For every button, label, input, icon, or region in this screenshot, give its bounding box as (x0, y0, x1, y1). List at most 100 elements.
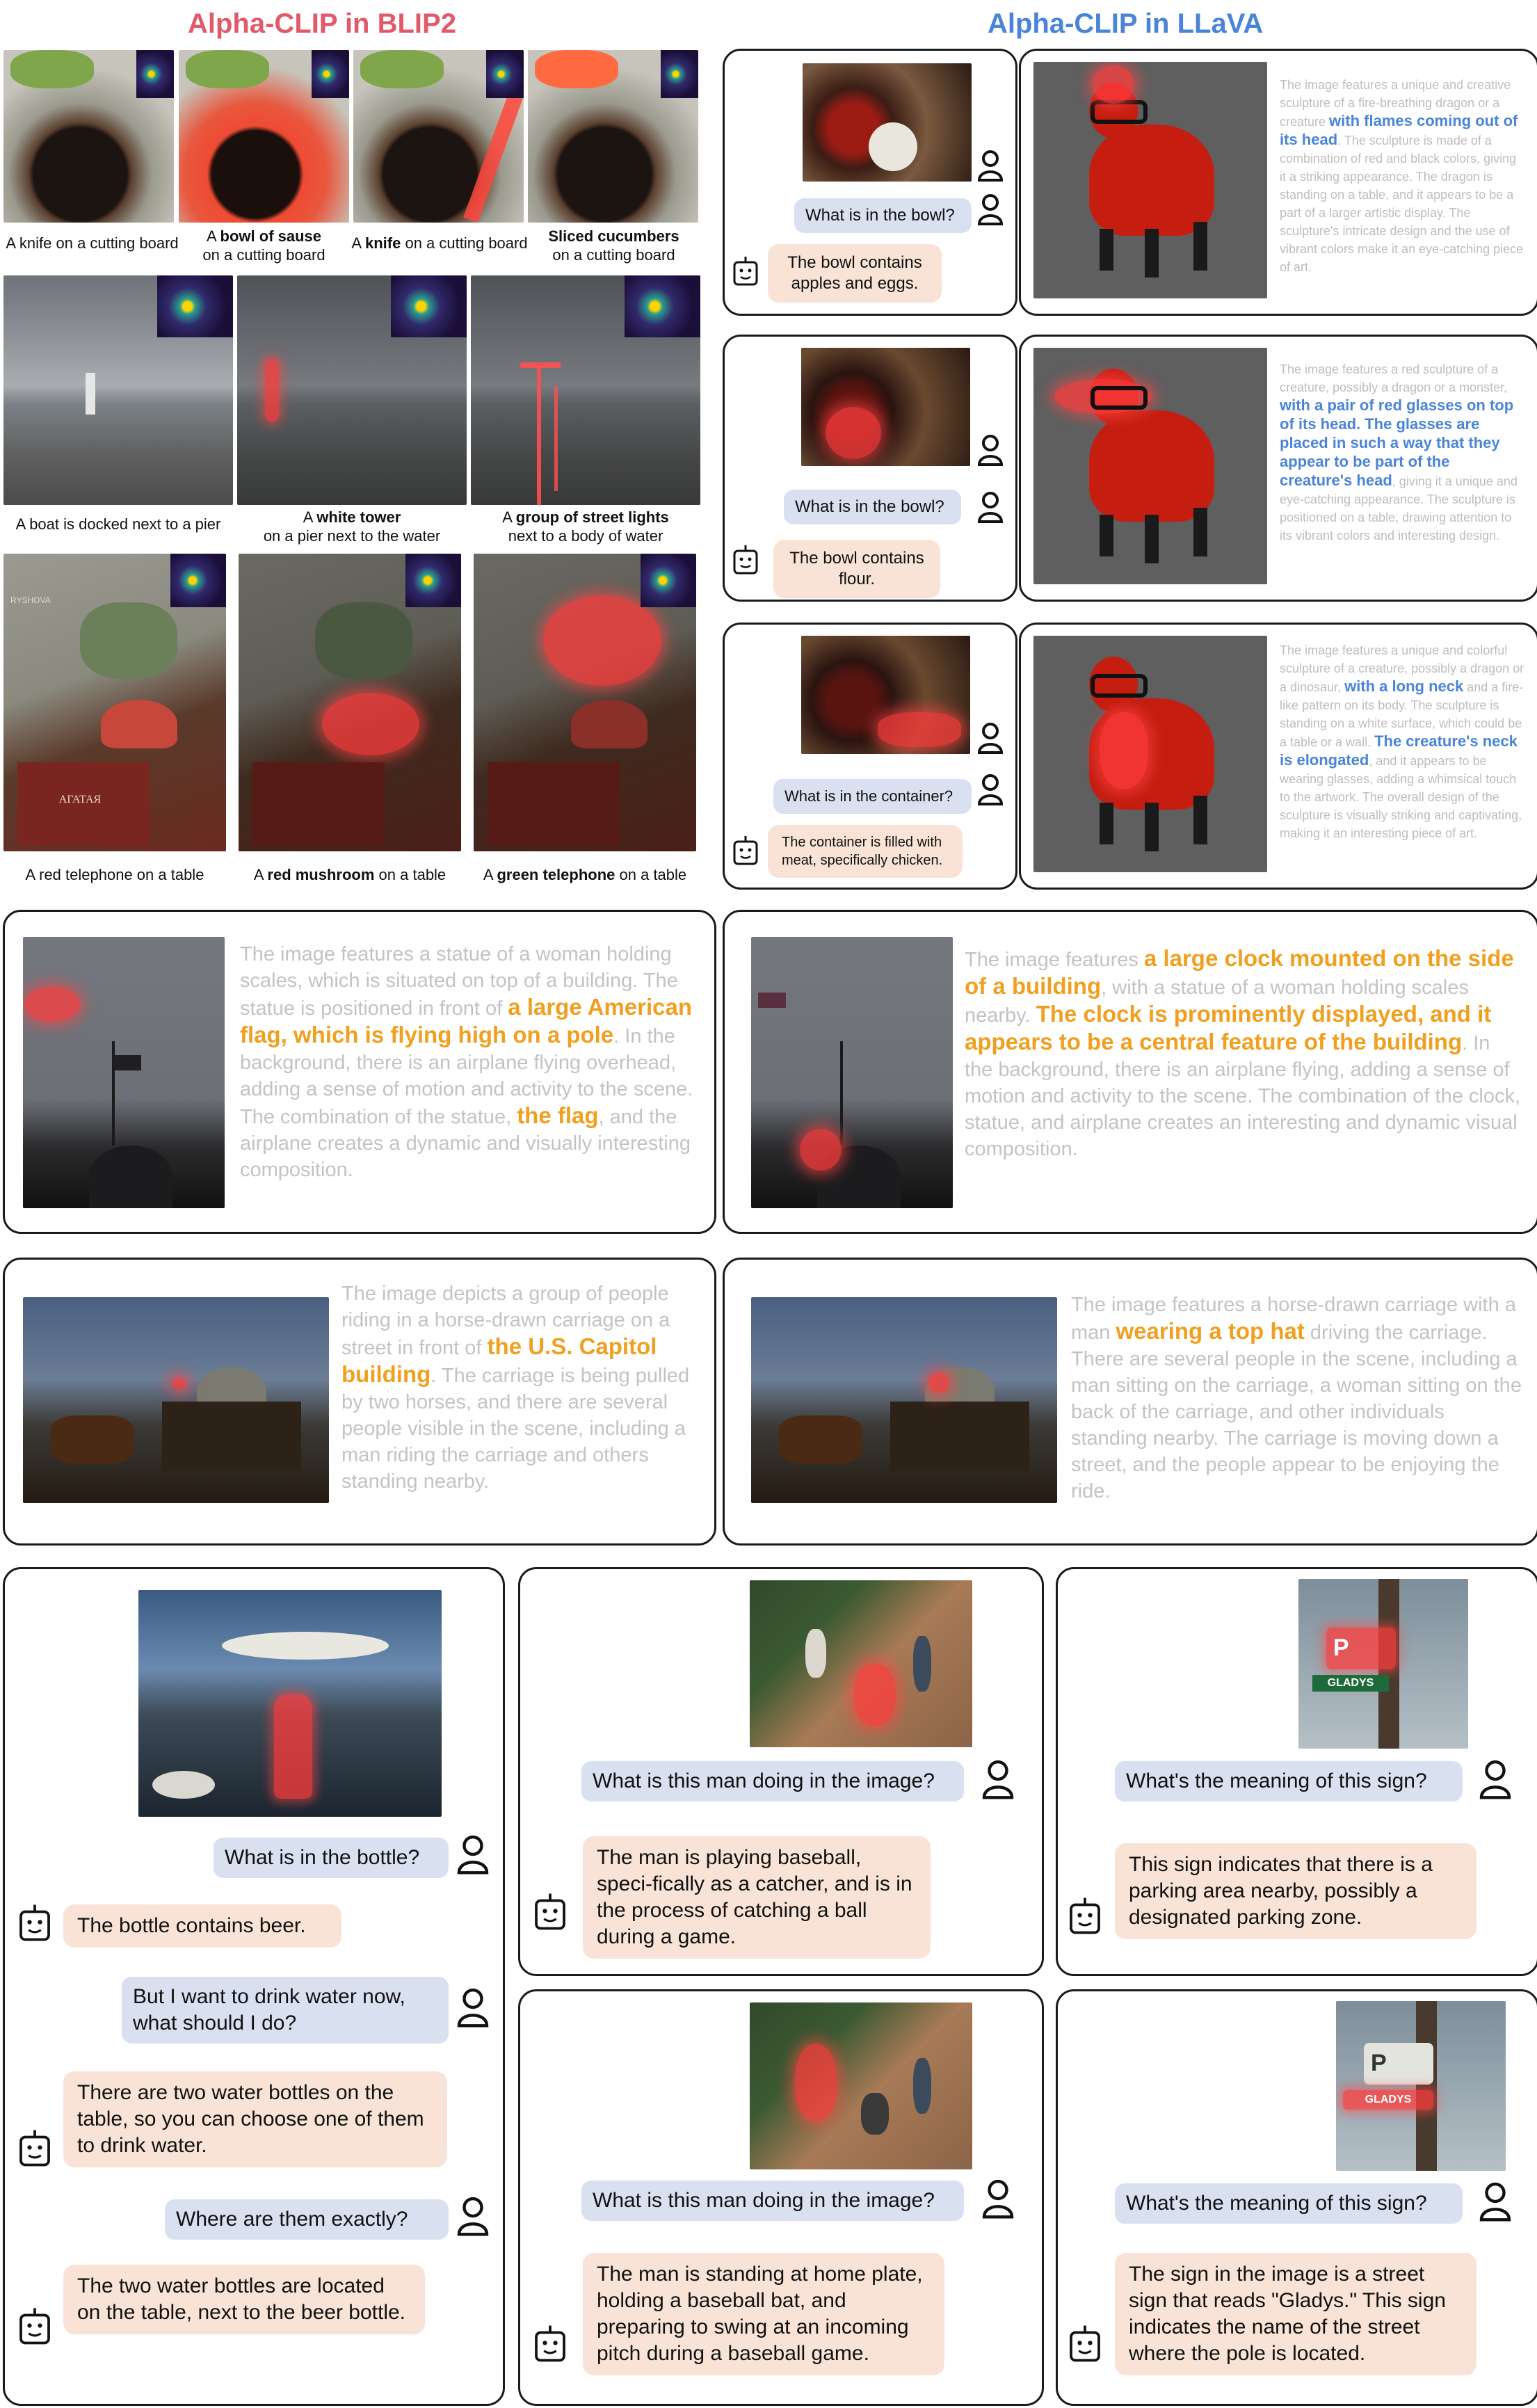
user-icon (976, 491, 1004, 523)
answer-bubble: The man is standing at home plate, holdi… (583, 2253, 944, 2375)
user-icon (456, 1833, 490, 1875)
llava-dragon-panel-3: The image features a unique and colorful… (1019, 623, 1537, 890)
carriage-image (751, 1297, 1057, 1503)
carriage-hat-description: The image features a horse-drawn carriag… (1071, 1294, 1522, 1502)
question-bubble: What is in the bottle? (214, 1838, 449, 1878)
attention-map (170, 554, 226, 608)
dragon-image (1033, 636, 1267, 872)
sign-panel-1: P GLADYS What's the meaning of this sign… (1056, 1567, 1537, 1976)
question-bubble: What is in the bowl? (794, 198, 972, 233)
caption-1-3: A knife on a cutting board (351, 234, 528, 252)
attention-map (486, 50, 524, 99)
caption-3-3: A green telephone on a table (483, 866, 687, 883)
attention-map (405, 554, 461, 608)
caption-2-1: A boat is docked next to a pier (15, 515, 221, 533)
carriage-hat-panel: The image features a horse-drawn carriag… (723, 1258, 1537, 1546)
dragon-description: The image features a red sculpture of a … (1280, 362, 1518, 543)
attention-map (312, 50, 349, 99)
food-image (801, 636, 970, 754)
llava-bowl-panel-1: What is in the bowl? The bowl contains a… (723, 49, 1017, 316)
question-bubble: What's the meaning of this sign? (1115, 1761, 1463, 1801)
table-image (138, 1590, 442, 1817)
user-icon (456, 2195, 490, 2237)
robot-icon (1068, 2324, 1102, 2366)
answer-bubble: The bottle contains beer. (63, 1904, 341, 1948)
question-bubble: What is in the bowl? (784, 490, 961, 524)
robot-icon (732, 255, 759, 289)
caption-1-2: A bowl of sause on a cutting board (202, 227, 325, 264)
user-icon (976, 193, 1004, 225)
robot-icon (732, 835, 759, 868)
tea-image-bowl-mask (179, 50, 349, 223)
answer-bubble: The bowl contains apples and eggs. (768, 244, 942, 303)
sign-image: P GLADYS (1336, 2001, 1506, 2171)
caption-3-1: A red telephone on a table (25, 866, 204, 883)
phone-image-mushroom-mask (239, 554, 461, 851)
carriage-capitol-panel: The image depicts a group of people ridi… (3, 1258, 716, 1546)
question-bubble: Where are them exactly? (165, 2199, 449, 2240)
phone-image-original: АГАТАЯ RYSHOVA (3, 554, 226, 851)
attention-map (136, 50, 174, 99)
pier-image-lights-mask (471, 275, 700, 505)
tea-image-cucumber-mask (528, 50, 698, 223)
statue-flag-description: The image features a statue of a woman h… (240, 943, 693, 1181)
statue-image (751, 937, 953, 1208)
robot-icon (732, 544, 759, 577)
question-bubble: What is this man doing in the image? (581, 1761, 964, 1801)
user-icon (981, 1758, 1015, 1800)
baseball-panel-2: What is this man doing in the image? The… (518, 1989, 1044, 2406)
dragon-description: The image features a unique and colorful… (1280, 643, 1524, 840)
llava-bowl-panel-2: What is in the bowl? The bowl contains f… (723, 335, 1017, 602)
attention-map (157, 275, 233, 338)
user-icon (976, 434, 1004, 466)
statue-flag-panel: The image features a statue of a woman h… (3, 910, 716, 1234)
caption-2-2: A white tower on a pier next to the water (263, 508, 441, 545)
statue-clock-panel: The image features a large clock mounted… (723, 910, 1537, 1234)
carriage-image (23, 1297, 329, 1503)
dragon-image (1033, 348, 1267, 584)
user-icon (1478, 2181, 1513, 2222)
user-icon (976, 150, 1004, 182)
statue-clock-description: The image features a large clock mounted… (965, 945, 1521, 1160)
robot-icon (17, 1903, 52, 1945)
caption-1-4: Sliced cucumbers on a cutting board (548, 227, 679, 264)
question-bubble: What is this man doing in the image? (581, 2181, 964, 2221)
answer-bubble: The man is playing baseball, speci-fical… (583, 1836, 931, 1959)
robot-icon (17, 2306, 52, 2348)
answer-bubble: The sign in the image is a street sign t… (1115, 2253, 1476, 2375)
llava-bowl-panel-3: What is in the container? The container … (723, 623, 1017, 890)
attention-map (661, 50, 698, 99)
sign-panel-2: P GLADYS What's the meaning of this sign… (1056, 1989, 1537, 2406)
user-icon (456, 1986, 490, 2028)
user-icon (981, 2178, 1015, 2220)
pier-image-tower-mask (237, 275, 467, 505)
baseball-panel-1: What is this man doing in the image? The… (518, 1567, 1044, 1976)
user-icon (1478, 1758, 1513, 1800)
sign-image: P GLADYS (1298, 1579, 1468, 1749)
tea-image-knife-mask (353, 50, 524, 223)
answer-bubble: The bowl contains flour. (773, 540, 940, 598)
blip2-header: Alpha-CLIP in BLIP2 (188, 8, 456, 39)
robot-icon (533, 1892, 568, 1934)
pier-image-original (3, 275, 233, 505)
attention-map (641, 554, 696, 608)
answer-bubble: The two water bottles are located on the… (63, 2265, 425, 2334)
question-bubble: What is in the container? (773, 779, 972, 814)
bottle-chat-panel: What is in the bottle? The bottle contai… (3, 1567, 505, 2406)
tea-image-original (3, 50, 174, 223)
question-bubble: But I want to drink water now, what shou… (122, 1977, 449, 2044)
user-icon (976, 773, 1004, 805)
phone-image-telephone-mask (474, 554, 696, 851)
dragon-image (1033, 62, 1267, 298)
food-image (803, 63, 972, 182)
caption-3-2: A red mushroom on a table (253, 866, 446, 883)
answer-bubble: This sign indicates that there is a park… (1115, 1843, 1476, 1939)
llava-dragon-panel-1: The image features a unique and creative… (1019, 49, 1537, 316)
attention-map (625, 275, 700, 338)
user-icon (976, 722, 1004, 754)
robot-icon (17, 2128, 52, 2170)
question-bubble: What's the meaning of this sign? (1115, 2183, 1463, 2224)
answer-bubble: There are two water bottles on the table… (63, 2071, 447, 2167)
caption-1-1: A knife on a cutting board (6, 234, 179, 252)
answer-bubble: The container is filled with meat, speci… (768, 825, 963, 878)
